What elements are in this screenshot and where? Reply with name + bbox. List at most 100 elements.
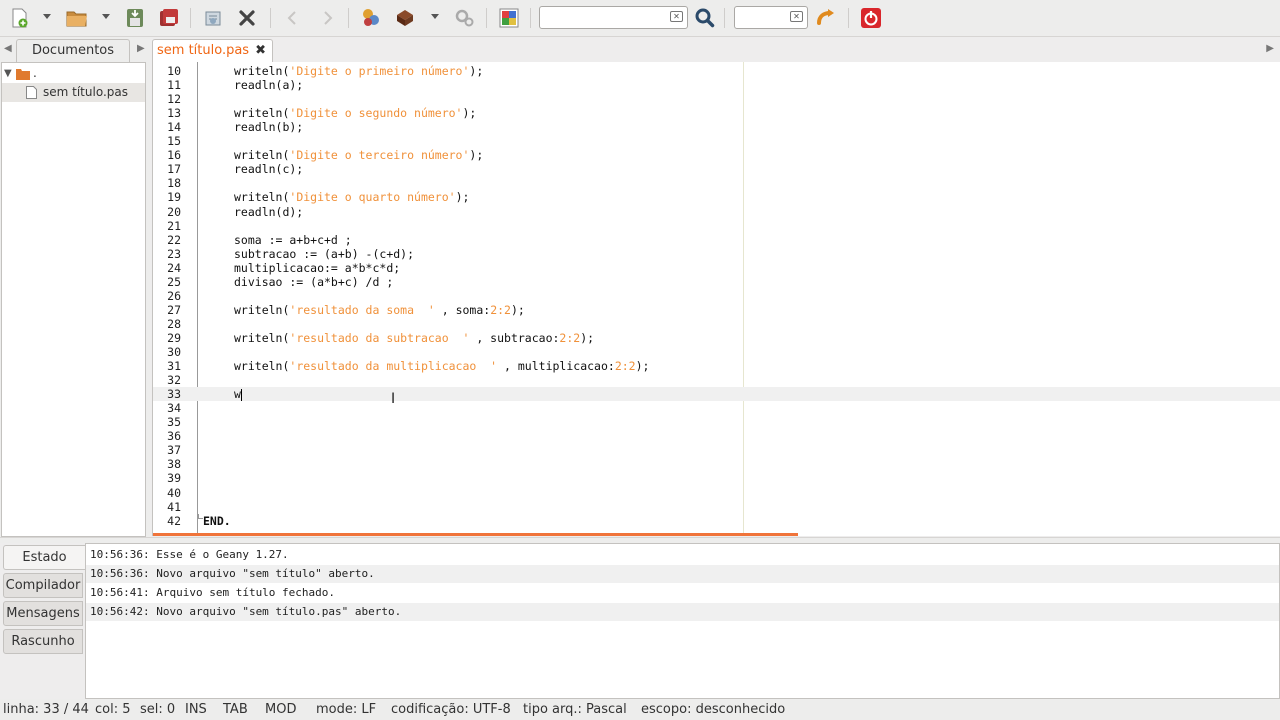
code-line[interactable]: 27 writeln('resultado da soma ' , soma:2:…: [153, 303, 1280, 317]
run-settings-icon[interactable]: [451, 6, 477, 30]
goto-line-field[interactable]: ✕: [734, 6, 808, 29]
code-line[interactable]: 28: [153, 317, 1280, 331]
tree-file-row[interactable]: sem título.pas: [2, 83, 145, 102]
code-line[interactable]: 23 subtracao := (a+b) -(c+d);: [153, 247, 1280, 261]
line-number: 10: [167, 64, 181, 78]
code-line[interactable]: 32: [153, 373, 1280, 387]
code-line[interactable]: 20 readln(d);: [153, 205, 1280, 219]
code-line[interactable]: 10 writeln('Digite o primeiro número');: [153, 64, 1280, 78]
code-text: END.: [203, 514, 231, 528]
open-file-icon[interactable]: [63, 6, 91, 30]
tabs-scroll-right-icon[interactable]: ▶: [1266, 43, 1274, 54]
code-line[interactable]: 36: [153, 429, 1280, 443]
file-icon: [26, 86, 37, 105]
code-line[interactable]: 16 writeln('Digite o terceiro número');: [153, 148, 1280, 162]
clear-goto-icon[interactable]: ✕: [790, 11, 803, 22]
goto-line-icon[interactable]: [813, 6, 839, 30]
number-literal: 2:2: [614, 359, 636, 374]
revert-icon[interactable]: [200, 6, 226, 30]
tab-mensagens[interactable]: Mensagens: [3, 601, 83, 626]
code-line[interactable]: 29 writeln('resultado da subtracao ' , su…: [153, 331, 1280, 345]
line-number: 39: [167, 471, 181, 486]
line-number: 15: [167, 134, 181, 149]
search-icon[interactable]: [692, 6, 718, 30]
editor-tab-label: sem título.pas: [157, 43, 250, 58]
code-line[interactable]: 14 readln(b);: [153, 120, 1280, 134]
code-text: writeln('resultado da multiplicacao ' , …: [234, 359, 649, 373]
code-line[interactable]: 35: [153, 415, 1280, 429]
line-number: 28: [167, 316, 181, 331]
status-log[interactable]: 10:56:36: Esse é o Geany 1.27. 10:56:36:…: [85, 543, 1280, 699]
code-line[interactable]: 42 END.: [153, 514, 1280, 528]
code-line[interactable]: 24 multiplicacao:= a*b*c*d;: [153, 261, 1280, 275]
code-text: readln(a);: [234, 78, 303, 92]
nav-forward-icon[interactable]: [316, 6, 338, 30]
code-line[interactable]: 37: [153, 443, 1280, 457]
clear-search-icon[interactable]: ✕: [670, 11, 683, 22]
code-line[interactable]: 31 writeln('resultado da multiplicacao ' …: [153, 359, 1280, 373]
sidebar-scroll-right-icon[interactable]: ▶: [137, 43, 145, 54]
compile-icon[interactable]: [358, 6, 384, 30]
code-line[interactable]: 38: [153, 457, 1280, 471]
save-all-icon[interactable]: [156, 6, 182, 30]
code-line[interactable]: 21: [153, 219, 1280, 233]
code-line[interactable]: 41: [153, 500, 1280, 514]
close-tab-icon[interactable]: ✖: [255, 43, 266, 58]
code-line[interactable]: 17 readln(c);: [153, 162, 1280, 176]
code-line[interactable]: 11 readln(a);: [153, 78, 1280, 92]
code-token: );: [580, 330, 595, 345]
new-file-dropdown-icon[interactable]: [43, 14, 51, 19]
code-line[interactable]: 40: [153, 486, 1280, 500]
code-line[interactable]: 39: [153, 471, 1280, 485]
build-dropdown-icon[interactable]: [431, 14, 439, 19]
number-literal: 2:2: [559, 330, 581, 345]
tab-rascunho-label: Rascunho: [11, 634, 75, 649]
code-token: divisao := (a*b+c) /d ;: [234, 274, 394, 289]
code-line[interactable]: 19 writeln('Digite o quarto número');: [153, 190, 1280, 204]
code-line[interactable]: 34: [153, 401, 1280, 415]
code-editor[interactable]: 10 writeln('Digite o primeiro número'); 11…: [152, 62, 1280, 536]
search-field[interactable]: ✕: [539, 6, 688, 29]
line-number: 13: [167, 106, 181, 121]
tab-documentos[interactable]: Documentos: [16, 39, 130, 63]
code-line[interactable]: 12: [153, 92, 1280, 106]
line-number: 27: [167, 302, 181, 317]
save-icon[interactable]: [122, 6, 148, 30]
expander-icon[interactable]: ▼: [4, 64, 12, 83]
code-line[interactable]: 25 divisao := (a*b+c) /d ;: [153, 275, 1280, 289]
code-line[interactable]: 13 writeln('Digite o segundo número');: [153, 106, 1280, 120]
code-line[interactable]: 18: [153, 176, 1280, 190]
line-number: 38: [167, 457, 181, 472]
code-line[interactable]: 15: [153, 134, 1280, 148]
code-token: );: [462, 106, 477, 121]
status-sel: sel: 0: [140, 702, 176, 717]
tree-folder-label: .: [33, 66, 37, 80]
code-token: , multiplicacao:: [497, 359, 615, 374]
code-text: writeln('Digite o terceiro número');: [234, 148, 483, 162]
horizontal-scrollbar[interactable]: [153, 533, 798, 536]
tab-compilador[interactable]: Compilador: [3, 573, 83, 598]
tab-mensagens-label: Mensagens: [6, 606, 80, 621]
tab-sem-titulo-pas[interactable]: sem título.pas ✖: [152, 39, 273, 63]
code-line[interactable]: 33 w: [153, 387, 1280, 402]
code-token: soma := a+b+c+d ;: [234, 232, 352, 247]
new-file-icon[interactable]: [6, 6, 32, 30]
code-line[interactable]: 22 soma := a+b+c+d ;: [153, 233, 1280, 247]
quit-icon[interactable]: [858, 6, 884, 30]
code-line[interactable]: 30: [153, 345, 1280, 359]
toolbar: ✕ ✕: [0, 0, 1280, 37]
nav-back-icon[interactable]: [282, 6, 304, 30]
line-number: 36: [167, 429, 181, 444]
log-row: 10:56:36: Esse é o Geany 1.27.: [90, 548, 289, 561]
tab-rascunho[interactable]: Rascunho: [3, 629, 83, 654]
sidebar-scroll-left-icon[interactable]: ◀: [4, 43, 12, 54]
open-file-dropdown-icon[interactable]: [102, 14, 110, 19]
tab-estado[interactable]: Estado: [3, 545, 85, 570]
color-chooser-icon[interactable]: [496, 6, 522, 30]
line-number: 37: [167, 443, 181, 458]
close-file-icon[interactable]: [234, 6, 260, 30]
search-input[interactable]: [540, 7, 687, 28]
code-line[interactable]: 26: [153, 289, 1280, 303]
build-icon[interactable]: [392, 6, 418, 30]
tree-folder-row[interactable]: ▼ .: [2, 64, 145, 83]
